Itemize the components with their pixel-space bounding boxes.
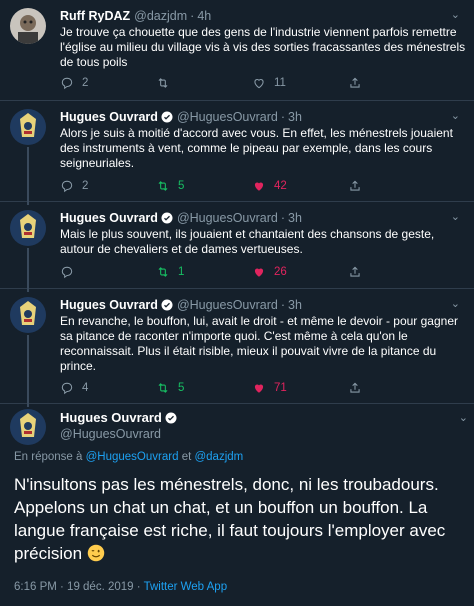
reply-user-link[interactable]: @dazjdm <box>194 451 243 463</box>
like-count: 26 <box>274 266 287 278</box>
retweet-button[interactable]: 1 <box>156 265 252 279</box>
reply-button[interactable]: 2 <box>60 179 156 193</box>
main-tweet: Hugues Ouvrard @HuguesOuvrard ⌄ En répon… <box>0 403 474 603</box>
chevron-down-icon[interactable]: ⌄ <box>459 411 468 424</box>
reply-count: 2 <box>82 180 89 192</box>
author-handle[interactable]: @dazjdm <box>134 8 187 24</box>
reply-button[interactable] <box>60 265 156 279</box>
tweet-time[interactable]: 3h <box>288 210 302 226</box>
main-tweet-text-block: N'insultons pas les ménestrels, donc, ni… <box>14 473 462 565</box>
tweet-text: Alors je suis à moitié d'accord avec vou… <box>60 126 453 170</box>
tweet-time[interactable]: 4h <box>197 8 211 24</box>
share-icon <box>350 180 360 191</box>
winking-face-emoji-icon <box>87 544 105 562</box>
tweet-text: Mais le plus souvent, ils jouaient et ch… <box>60 227 435 256</box>
avatar[interactable] <box>10 109 46 145</box>
tweet-timestamp[interactable]: 6:16 PM · 19 déc. 2019 · <box>14 581 141 593</box>
reply-count: 2 <box>82 77 89 89</box>
author-handle[interactable]: @HuguesOuvrard <box>177 109 278 125</box>
reply-and: et <box>181 451 192 463</box>
chevron-down-icon[interactable]: ⌄ <box>451 8 460 21</box>
like-button[interactable]: 71 <box>252 381 348 395</box>
retweet-button[interactable]: 5 <box>156 381 252 395</box>
retweet-button[interactable]: 5 <box>156 179 252 193</box>
tweet-metadata: 6:16 PM · 19 déc. 2019 · Twitter Web App <box>14 581 227 593</box>
reply-icon <box>61 382 73 395</box>
retweet-count: 5 <box>178 382 185 394</box>
author-name[interactable]: Hugues Ouvrard <box>60 297 158 313</box>
reply-context: En réponse à @HuguesOuvrard et @dazjdm <box>14 451 243 463</box>
thread-line <box>27 147 29 205</box>
tweet-text: En revanche, le bouffon, lui, avait le d… <box>60 314 458 373</box>
avatar[interactable] <box>10 210 46 246</box>
tweet[interactable]: Hugues Ouvrard @HuguesOuvrard · 3h ⌄ Alo… <box>0 101 474 205</box>
reply-prefix: En réponse à <box>14 451 83 463</box>
author-handle[interactable]: @HuguesOuvrard <box>60 426 177 443</box>
like-count: 71 <box>274 382 287 394</box>
like-count: 11 <box>274 77 286 89</box>
tweet[interactable]: Ruff RyDAZ @dazjdm · 4h ⌄ Je trouve ça c… <box>0 0 474 101</box>
chevron-down-icon[interactable]: ⌄ <box>451 297 460 310</box>
author-name[interactable]: Hugues Ouvrard <box>60 409 162 426</box>
retweet-count: 1 <box>178 266 185 278</box>
heart-icon <box>254 182 264 191</box>
heart-icon <box>254 268 264 277</box>
share-icon <box>350 77 360 88</box>
main-tweet-text: N'insultons pas les ménestrels, donc, ni… <box>14 475 446 563</box>
like-button[interactable]: 11 <box>252 76 348 90</box>
separator: · <box>190 9 195 23</box>
verified-badge-icon <box>165 412 177 423</box>
separator: · <box>280 298 286 312</box>
tweet[interactable]: Hugues Ouvrard @HuguesOuvrard · 3h ⌄ En … <box>0 289 474 407</box>
author-handle[interactable]: @HuguesOuvrard <box>177 297 278 313</box>
reply-icon <box>61 77 73 90</box>
tweet-time[interactable]: 3h <box>288 297 302 313</box>
retweet-icon <box>158 78 168 88</box>
verified-badge-icon <box>161 212 173 224</box>
reply-button[interactable]: 4 <box>60 381 156 395</box>
tweet-source-link[interactable]: Twitter Web App <box>144 581 228 593</box>
like-button[interactable]: 26 <box>252 265 348 279</box>
tweet-time[interactable]: 3h <box>288 109 302 125</box>
tweet-text: Je trouve ça chouette que des gens de l'… <box>60 25 466 69</box>
like-count: 42 <box>274 180 287 192</box>
reply-button[interactable]: 2 <box>60 76 156 90</box>
author-name[interactable]: Ruff RyDAZ <box>60 8 130 24</box>
author-handle[interactable]: @HuguesOuvrard <box>177 210 278 226</box>
thread-line <box>27 248 29 292</box>
reply-user-link[interactable]: @HuguesOuvrard <box>86 451 179 463</box>
avatar[interactable] <box>10 409 46 445</box>
reply-count: 4 <box>82 382 89 394</box>
heart-icon <box>254 384 264 393</box>
retweet-icon <box>158 267 168 277</box>
verified-badge-icon <box>161 299 173 311</box>
share-icon <box>350 382 360 393</box>
separator: · <box>280 211 286 225</box>
tweet[interactable]: Hugues Ouvrard @HuguesOuvrard · 3h ⌄ Mai… <box>0 202 474 292</box>
reply-icon <box>61 180 73 193</box>
retweet-button[interactable] <box>156 76 252 90</box>
chevron-down-icon[interactable]: ⌄ <box>451 109 460 122</box>
thread-line <box>27 335 29 407</box>
retweet-icon <box>158 383 168 393</box>
chevron-down-icon[interactable]: ⌄ <box>451 210 460 223</box>
verified-badge-icon <box>161 111 173 123</box>
share-button[interactable] <box>348 76 378 90</box>
reply-icon <box>61 266 73 279</box>
retweet-count: 5 <box>178 180 185 192</box>
like-button[interactable]: 42 <box>252 179 348 193</box>
share-icon <box>350 266 360 277</box>
share-button[interactable] <box>348 381 378 395</box>
heart-icon <box>254 79 264 89</box>
share-button[interactable] <box>348 265 378 279</box>
author-name[interactable]: Hugues Ouvrard <box>60 109 158 125</box>
author-name[interactable]: Hugues Ouvrard <box>60 210 158 226</box>
share-button[interactable] <box>348 179 378 193</box>
avatar[interactable] <box>10 297 46 333</box>
separator: · <box>280 110 286 124</box>
avatar[interactable] <box>10 8 46 44</box>
retweet-icon <box>158 181 168 191</box>
